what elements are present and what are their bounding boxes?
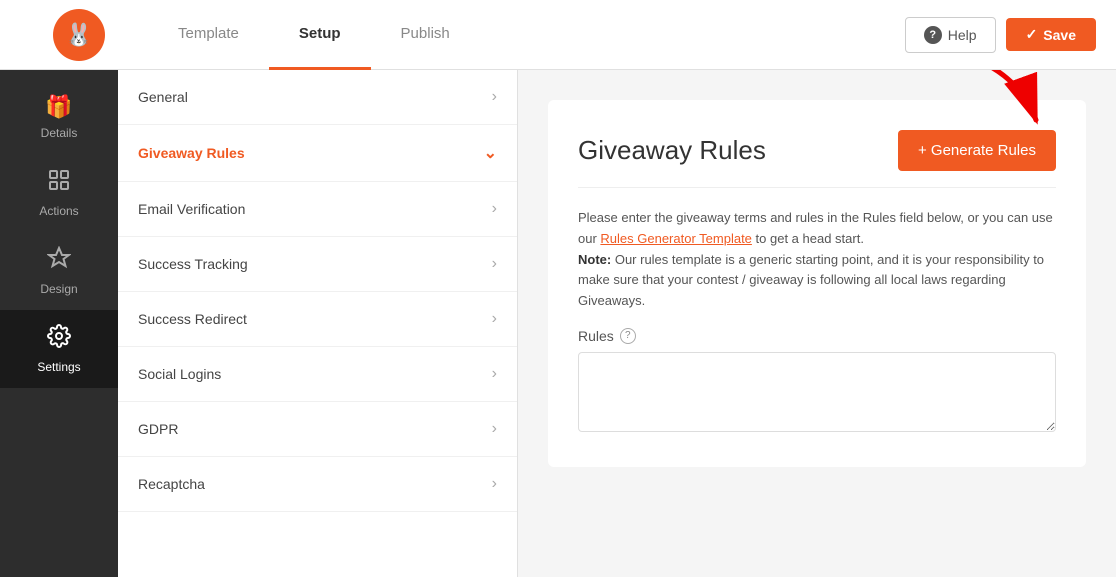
tab-publish[interactable]: Publish	[371, 0, 480, 70]
logo-area: 🐰	[20, 9, 138, 61]
save-button[interactable]: ✓ Save	[1006, 18, 1096, 51]
menu-item-success-tracking[interactable]: Success Tracking ›	[118, 237, 517, 292]
sidebar-item-actions[interactable]: Actions	[0, 154, 118, 232]
rules-textarea[interactable]	[578, 352, 1056, 432]
chevron-down-icon: ⌄	[484, 143, 497, 163]
right-panel: Giveaway Rules + Generate Rules Please e…	[518, 70, 1116, 577]
chevron-right-icon: ›	[492, 365, 497, 383]
gift-icon: 🎁	[45, 94, 72, 120]
menu-item-gdpr[interactable]: GDPR ›	[118, 402, 517, 457]
main-layout: 🎁 Details Actions Design	[0, 70, 1116, 577]
chevron-right-icon: ›	[492, 88, 497, 106]
menu-item-giveaway-rules[interactable]: Giveaway Rules ⌄	[118, 125, 517, 182]
chevron-right-icon: ›	[492, 420, 497, 438]
chevron-right-icon: ›	[492, 200, 497, 218]
sidebar-item-design[interactable]: Design	[0, 232, 118, 310]
content-card: Giveaway Rules + Generate Rules Please e…	[548, 100, 1086, 467]
arrow-generate-rules	[896, 70, 1056, 135]
middle-panel: General › Giveaway Rules ⌄ Email Verific…	[118, 70, 518, 577]
chevron-right-icon: ›	[492, 475, 497, 493]
rules-help-icon[interactable]: ?	[620, 328, 636, 344]
menu-item-social-logins[interactable]: Social Logins ›	[118, 347, 517, 402]
nav-tabs: Template Setup Publish	[138, 0, 905, 70]
design-icon	[47, 246, 71, 276]
menu-item-general[interactable]: General ›	[118, 70, 517, 125]
checkmark-icon: ✓	[1026, 26, 1038, 43]
menu-item-recaptcha[interactable]: Recaptcha ›	[118, 457, 517, 512]
card-header: Giveaway Rules + Generate Rules	[578, 130, 1056, 188]
logo-icon: 🐰	[53, 9, 105, 61]
nav-right-actions: ? Help ✓ Save	[905, 17, 1096, 53]
help-button[interactable]: ? Help	[905, 17, 996, 53]
settings-gear-icon	[47, 324, 71, 354]
top-nav: 🐰 Template Setup Publish ? Help ✓ Save	[0, 0, 1116, 70]
tab-setup[interactable]: Setup	[269, 0, 371, 70]
chevron-right-icon: ›	[492, 310, 497, 328]
sidebar-item-settings[interactable]: Settings	[0, 310, 118, 388]
menu-item-email-verification[interactable]: Email Verification ›	[118, 182, 517, 237]
chevron-right-icon: ›	[492, 255, 497, 273]
tab-template[interactable]: Template	[148, 0, 269, 70]
card-description: Please enter the giveaway terms and rule…	[578, 208, 1056, 312]
card-title: Giveaway Rules	[578, 135, 766, 166]
note-label: Note:	[578, 252, 611, 267]
rules-label-row: Rules ?	[578, 328, 1056, 344]
sidebar: 🎁 Details Actions Design	[0, 70, 118, 577]
generate-rules-button[interactable]: + Generate Rules	[898, 130, 1056, 171]
rules-generator-link[interactable]: Rules Generator Template	[600, 231, 752, 246]
menu-item-success-redirect[interactable]: Success Redirect ›	[118, 292, 517, 347]
actions-icon	[47, 168, 71, 198]
sidebar-item-details[interactable]: 🎁 Details	[0, 80, 118, 154]
help-circle-icon: ?	[924, 26, 942, 44]
